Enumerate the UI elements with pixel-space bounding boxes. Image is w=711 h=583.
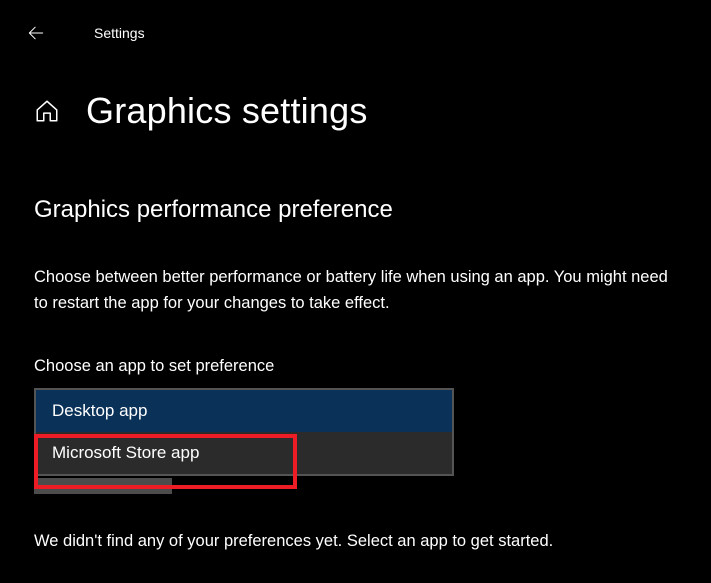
browse-button-fragment[interactable]	[34, 478, 172, 494]
app-type-dropdown[interactable]: Desktop app Microsoft Store app	[34, 388, 454, 476]
section-description: Choose between better performance or bat…	[34, 264, 677, 317]
back-button[interactable]	[26, 23, 46, 43]
empty-state-text: We didn't find any of your preferences y…	[34, 532, 677, 551]
app-type-label: Choose an app to set preference	[34, 357, 677, 376]
page-heading-row: Graphics settings	[34, 90, 677, 132]
home-icon	[34, 98, 60, 124]
back-arrow-icon	[26, 23, 46, 43]
dropdown-option-microsoft-store-app[interactable]: Microsoft Store app	[36, 432, 452, 474]
home-button[interactable]	[34, 98, 60, 124]
section-heading: Graphics performance preference	[34, 196, 677, 224]
page-title: Graphics settings	[86, 90, 368, 132]
title-bar: Settings	[0, 0, 711, 48]
window-title: Settings	[94, 25, 145, 41]
content-area: Graphics settings Graphics performance p…	[0, 48, 711, 551]
dropdown-option-desktop-app[interactable]: Desktop app	[36, 390, 452, 432]
